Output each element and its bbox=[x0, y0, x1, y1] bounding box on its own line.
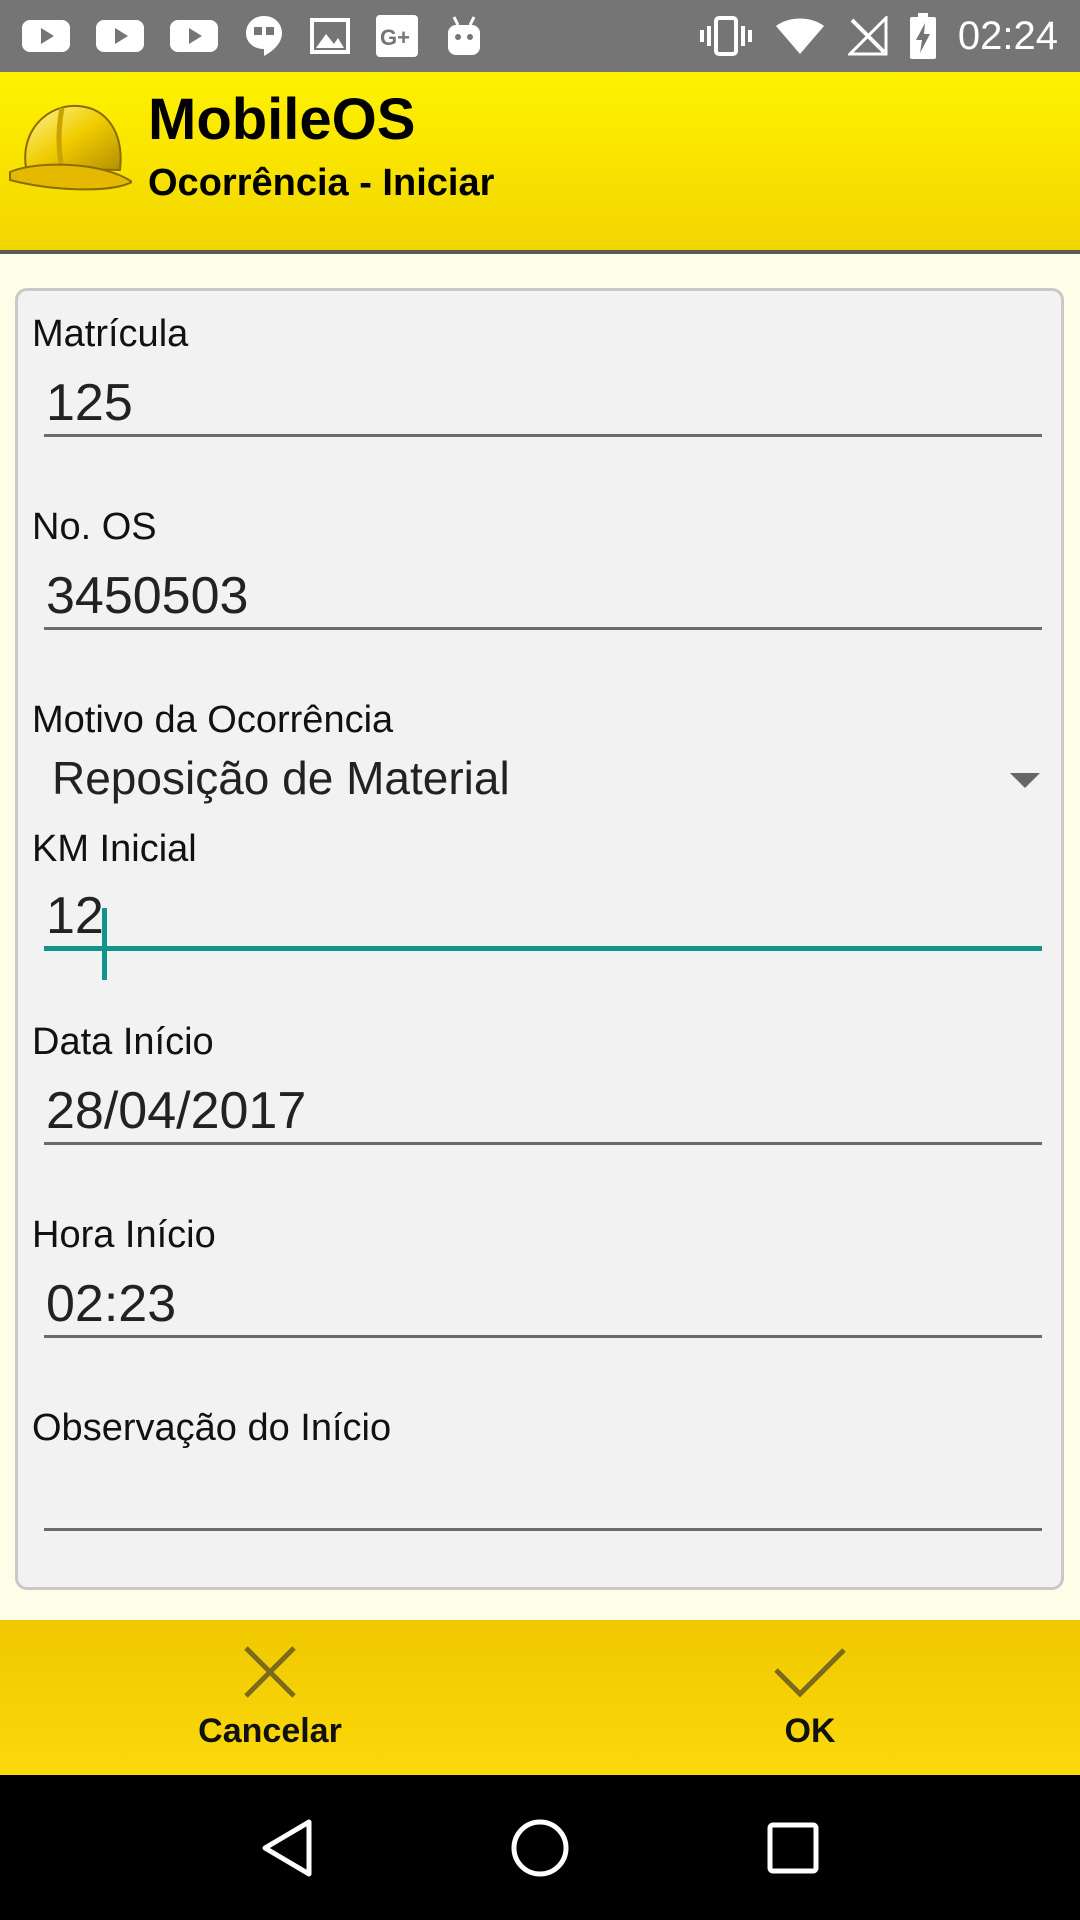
numero-os-label: No. OS bbox=[32, 506, 157, 548]
text-cursor bbox=[102, 908, 107, 980]
recents-square-icon bbox=[767, 1822, 819, 1873]
youtube-icon bbox=[22, 18, 70, 54]
cancel-button[interactable]: Cancelar bbox=[0, 1620, 540, 1775]
observacao-field[interactable] bbox=[44, 1465, 1042, 1531]
notification-icons: G+ bbox=[22, 14, 484, 58]
home-circle-icon bbox=[511, 1819, 569, 1876]
home-button[interactable] bbox=[490, 1798, 590, 1898]
back-triangle-icon bbox=[262, 1819, 312, 1876]
page-title: Ocorrência - Iniciar bbox=[148, 162, 495, 204]
km-inicial-label: KM Inicial bbox=[32, 828, 197, 870]
no-signal-icon bbox=[847, 16, 888, 56]
numero-os-field[interactable] bbox=[44, 564, 1042, 630]
matricula-label: Matrícula bbox=[32, 313, 189, 355]
app-bar: MobileOS Ocorrência - Iniciar bbox=[0, 72, 1080, 254]
check-icon bbox=[774, 1648, 846, 1698]
observacao-label: Observação do Início bbox=[32, 1407, 392, 1449]
recents-button[interactable] bbox=[743, 1798, 843, 1898]
km-inicial-field[interactable] bbox=[44, 885, 1042, 951]
hora-inicio-label: Hora Início bbox=[32, 1214, 216, 1256]
youtube-icon bbox=[170, 18, 218, 54]
ok-label: OK bbox=[784, 1712, 836, 1750]
matricula-field[interactable] bbox=[44, 371, 1042, 437]
app-title: MobileOS bbox=[148, 87, 416, 152]
hard-hat-icon bbox=[9, 104, 132, 191]
close-icon bbox=[244, 1646, 296, 1698]
motivo-label: Motivo da Ocorrência bbox=[32, 699, 394, 741]
google-plus-icon: G+ bbox=[376, 15, 418, 57]
form-card: Matrícula No. OS Motivo da Ocorrência Re… bbox=[15, 288, 1064, 1590]
motivo-dropdown[interactable]: Reposição de Material bbox=[52, 743, 1050, 813]
ok-button[interactable]: OK bbox=[540, 1620, 1080, 1775]
hangouts-icon bbox=[244, 14, 284, 58]
cancel-label: Cancelar bbox=[198, 1712, 342, 1750]
motivo-selected-value: Reposição de Material bbox=[52, 752, 510, 804]
back-button[interactable] bbox=[237, 1798, 337, 1898]
image-icon bbox=[310, 18, 350, 54]
wifi-icon bbox=[774, 16, 826, 56]
battery-charging-icon bbox=[909, 13, 936, 59]
action-bar: Cancelar OK bbox=[0, 1620, 1080, 1775]
status-time: 02:24 bbox=[957, 13, 1058, 58]
data-inicio-label: Data Início bbox=[32, 1021, 214, 1063]
android-icon bbox=[444, 15, 484, 57]
svg-text:G+: G+ bbox=[380, 25, 410, 50]
status-bar: G+ 02:24 bbox=[0, 0, 1080, 72]
hora-inicio-field[interactable] bbox=[44, 1272, 1042, 1338]
navigation-bar bbox=[0, 1775, 1080, 1920]
data-inicio-field[interactable] bbox=[44, 1079, 1042, 1145]
vibrate-icon bbox=[699, 14, 752, 58]
youtube-icon bbox=[96, 18, 144, 54]
dropdown-arrow-icon bbox=[1010, 773, 1040, 788]
